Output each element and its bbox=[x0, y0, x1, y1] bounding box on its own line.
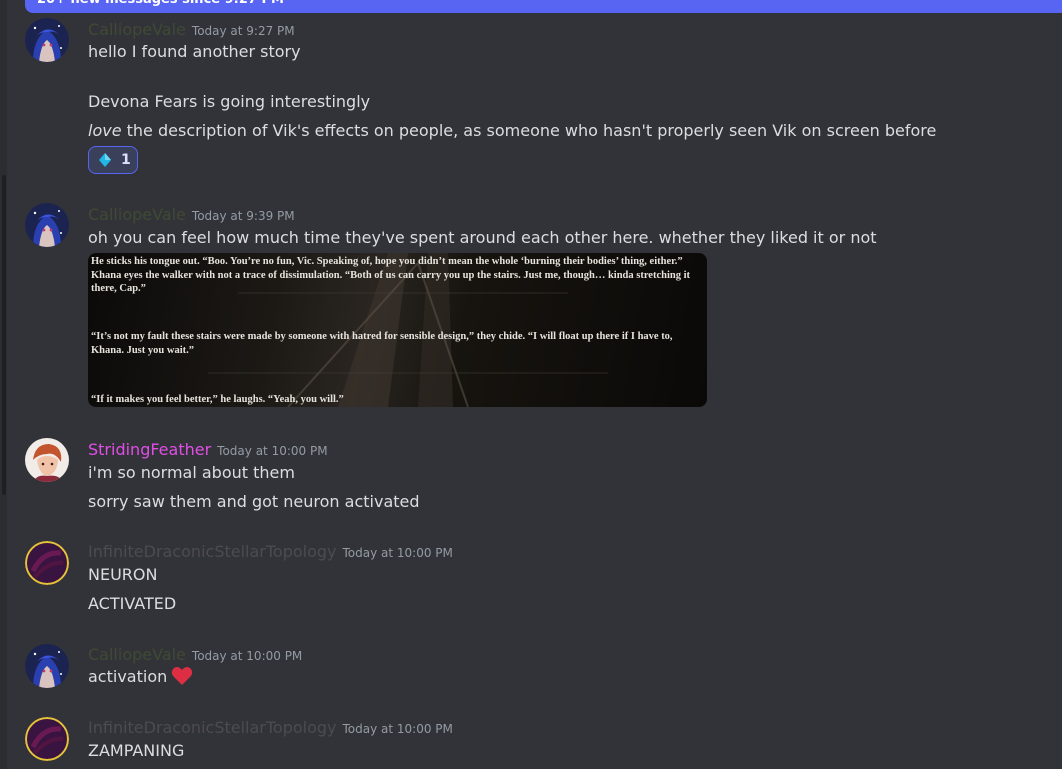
reaction-count: 1 bbox=[121, 152, 131, 168]
calliope-avatar-icon bbox=[25, 18, 69, 62]
new-messages-banner[interactable]: 20+ new messages since 9:27 PM bbox=[25, 0, 1062, 13]
image-caption-paragraph: “If it makes you feel better,” he laughs… bbox=[91, 394, 344, 405]
reaction-button[interactable]: 1 bbox=[88, 146, 138, 174]
image-caption-paragraph: “It’s not my fault these stairs were mad… bbox=[91, 331, 673, 356]
message-text: sorry saw them and got neuron activated bbox=[88, 492, 420, 511]
message-text-rest: the description of Vik's effects on peop… bbox=[121, 121, 937, 140]
username[interactable]: CalliopeVale bbox=[88, 645, 186, 664]
timestamp[interactable]: Today at 10:00 PM bbox=[217, 444, 327, 458]
message-text: ZAMPANING bbox=[88, 741, 185, 760]
username[interactable]: InfiniteDraconicStellarTopology bbox=[88, 542, 337, 561]
message-text: oh you can feel how much time they've sp… bbox=[88, 228, 877, 247]
infinite-avatar-icon bbox=[25, 541, 69, 585]
username[interactable]: CalliopeVale bbox=[88, 205, 186, 224]
striding-avatar-icon bbox=[25, 438, 69, 482]
scrollbar[interactable] bbox=[0, 0, 7, 769]
calliope-avatar-icon bbox=[25, 203, 69, 247]
timestamp[interactable]: Today at 9:27 PM bbox=[192, 24, 295, 38]
avatar[interactable] bbox=[25, 438, 69, 482]
heart-icon bbox=[172, 667, 193, 685]
username[interactable]: StridingFeather bbox=[88, 440, 211, 459]
timestamp[interactable]: Today at 10:00 PM bbox=[343, 546, 453, 560]
avatar[interactable] bbox=[25, 644, 69, 688]
timestamp[interactable]: Today at 9:39 PM bbox=[192, 209, 295, 223]
message-text: hello I found another story bbox=[88, 42, 301, 61]
avatar[interactable] bbox=[25, 541, 69, 585]
username[interactable]: InfiniteDraconicStellarTopology bbox=[88, 718, 337, 737]
message-text: Devona Fears is going interestingly bbox=[88, 92, 371, 111]
avatar[interactable] bbox=[25, 717, 69, 761]
message-text: activation bbox=[88, 666, 193, 688]
message-text: i'm so normal about them bbox=[88, 463, 295, 482]
chat-messages: 20+ new messages since 9:27 PM CalliopeV… bbox=[0, 0, 1062, 769]
message-text: ACTIVATED bbox=[88, 594, 177, 613]
message-text: love the description of Vik's effects on… bbox=[88, 120, 936, 142]
username[interactable]: CalliopeVale bbox=[88, 20, 186, 39]
message-text: NEURON bbox=[88, 565, 158, 584]
infinite-avatar-icon bbox=[25, 717, 69, 761]
diamond-icon bbox=[99, 153, 111, 167]
scrollbar-thumb[interactable] bbox=[2, 175, 6, 495]
image-attachment[interactable]: He sticks his tongue out. “Boo. You’re n… bbox=[88, 253, 707, 407]
avatar[interactable] bbox=[25, 203, 69, 247]
calliope-avatar-icon bbox=[25, 644, 69, 688]
timestamp[interactable]: Today at 10:00 PM bbox=[343, 722, 453, 736]
image-caption-paragraph: He sticks his tongue out. “Boo. You’re n… bbox=[91, 256, 691, 294]
message-text-content: activation bbox=[88, 667, 168, 686]
avatar[interactable] bbox=[25, 18, 69, 62]
emphasis-text: love bbox=[88, 121, 122, 140]
timestamp[interactable]: Today at 10:00 PM bbox=[192, 649, 302, 663]
